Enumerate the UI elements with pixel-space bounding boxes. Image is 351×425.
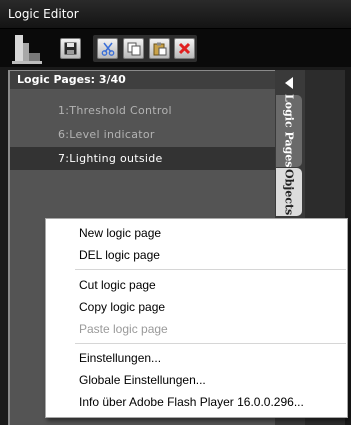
tab-objects-label: Objects [282,168,296,216]
menu-item-copy-logic-page[interactable]: Copy logic page [46,296,347,318]
red-x-icon [178,42,191,55]
page-list-item[interactable]: 6:Level indicator [10,123,275,146]
delete-button[interactable] [174,38,195,59]
menu-item-cut-logic-page[interactable]: Cut logic page [46,274,347,296]
save-button[interactable] [60,38,81,59]
page-list-item-selected[interactable]: 7:Lighting outside [10,147,275,170]
menu-item-paste-logic-page: Paste logic page [79,322,168,336]
cut-button[interactable] [97,38,118,59]
copy-button[interactable] [123,38,144,59]
page-list-item[interactable]: 1:Threshold Control [10,99,275,122]
toolbar [0,29,351,67]
context-menu: New logic page DEL logic page Cut logic … [45,218,348,418]
menu-item-einstellungen[interactable]: Einstellungen... [46,347,347,369]
paste-icon [153,42,166,55]
menu-item-flash-player-info[interactable]: Info über Adobe Flash Player 16.0.0.296.… [46,391,347,413]
menu-item-del-logic-page[interactable]: DEL logic page [46,244,347,266]
tab-logic-pages-label: Logic Pages [282,94,296,168]
copy-icon [127,42,140,55]
scissors-icon [101,42,114,56]
building-logo-icon [12,31,42,65]
menu-item-new-logic-page[interactable]: New logic page [46,222,347,244]
collapse-arrow-icon[interactable] [285,77,293,89]
menu-separator [75,343,346,344]
tab-objects[interactable]: Objects [276,168,302,216]
window-titlebar: Logic Editor [0,0,351,29]
menu-separator [75,269,346,270]
paste-button[interactable] [149,38,170,59]
floppy-disk-icon [64,42,77,55]
logic-pages-header: Logic Pages: 3/40 [10,71,275,89]
tab-logic-pages[interactable]: Logic Pages [276,94,302,168]
window-title: Logic Editor [8,7,79,21]
menu-item-globale-einstellungen[interactable]: Globale Einstellungen... [46,369,347,391]
